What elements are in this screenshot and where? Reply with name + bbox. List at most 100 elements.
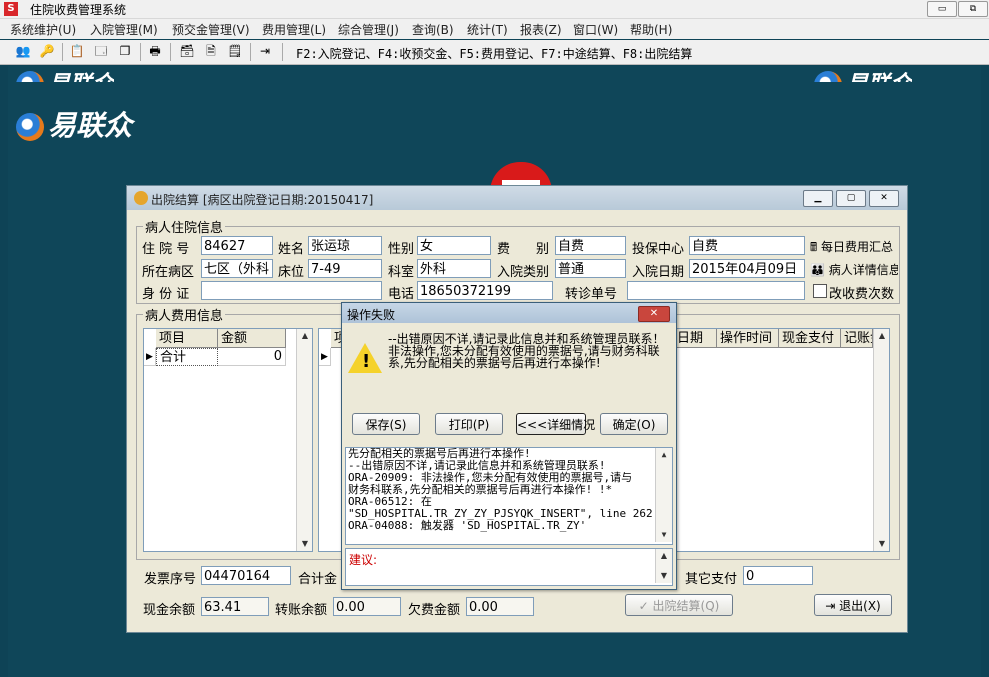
field-owed[interactable]: 0.00 (466, 597, 534, 616)
grid-header-amount[interactable]: 金额 (218, 329, 286, 348)
scroll-down-icon[interactable]: ▼ (874, 537, 889, 551)
save-button[interactable]: 保存(S) (352, 413, 420, 435)
scroll-down-icon[interactable]: ▼ (656, 528, 672, 542)
field-admit-date[interactable]: 2015年04月09日 (689, 259, 805, 278)
close-icon[interactable]: ✕ (638, 306, 670, 322)
field-ward[interactable]: 七区（外科 (201, 259, 273, 278)
toolbar: 👥 🔑 📋 🗔 ❐ 🖶 🗃 🗎 🗒 ⇥ F2:入院登记、F4:收预交金、F5:费… (0, 40, 989, 65)
users-icon[interactable]: 👥 (14, 43, 32, 60)
fee-info-label: 病人费用信息 (143, 305, 226, 324)
brand-logo: 易联众 (16, 104, 132, 144)
menu-query[interactable]: 查询(B) (412, 21, 454, 38)
restore-button[interactable]: ▭ (927, 1, 957, 17)
discharge-settle-button[interactable]: ✓ 出院结算(Q) (625, 594, 733, 616)
register-icon[interactable]: 📋 (68, 43, 86, 60)
patient-detail-button[interactable]: 👪 病人详情信息 (810, 261, 898, 278)
menu-system[interactable]: 系统维护(U) (10, 21, 76, 38)
field-invoice[interactable]: 04470164 (201, 566, 291, 585)
field-name[interactable]: 张运琼 (308, 236, 382, 255)
menu-window[interactable]: 窗口(W) (573, 21, 618, 38)
field-dept[interactable]: 外科 (417, 259, 491, 278)
fee-grid-scrollbar[interactable]: ▲ ▼ (296, 329, 312, 551)
patient-info-label: 病人住院信息 (143, 217, 226, 236)
detail-header-cash[interactable]: 现金支付 (779, 329, 841, 348)
menu-general[interactable]: 综合管理(J) (338, 21, 399, 38)
minimize-button[interactable]: ▁ (803, 190, 833, 207)
field-id-card[interactable] (201, 281, 382, 300)
menu-admission[interactable]: 入院管理(M) (90, 21, 158, 38)
print-icon[interactable]: 🖶 (146, 43, 164, 60)
brand-swirl-icon (16, 113, 44, 141)
field-cash-balance[interactable]: 63.41 (201, 597, 269, 616)
fee-summary-grid[interactable]: 项目 金额 ▶ 合计 0 ▲ ▼ (143, 328, 313, 552)
toolbar-separator (250, 43, 251, 61)
toolbar-separator (140, 43, 141, 61)
close-button[interactable]: ✕ (869, 190, 899, 207)
detail-grid-scrollbar[interactable]: ▲ ▼ (873, 329, 889, 551)
maximize-button[interactable]: ⧉ (958, 1, 988, 17)
detail-header-account[interactable]: 记账金 (841, 329, 873, 348)
detail-header-op-time[interactable]: 操作时间 (717, 329, 779, 348)
form-icon[interactable]: 🗔 (92, 43, 110, 60)
scroll-up-icon[interactable]: ▲ (874, 329, 889, 343)
error-dialog-title: 操作失败 (347, 308, 396, 322)
label-transfer-balance: 转账余额 (275, 603, 328, 618)
menu-fees[interactable]: 费用管理(L) (262, 21, 326, 38)
fee-row-total-amount[interactable]: 0 (218, 348, 286, 366)
app-title: 住院收费管理系统 (30, 3, 127, 17)
document-icon[interactable]: 🗎 (202, 43, 220, 60)
label-referral-no: 转诊单号 (565, 287, 618, 302)
field-transfer-balance[interactable]: 0.00 (333, 597, 401, 616)
warning-exclamation: ! (362, 351, 371, 372)
label-other-pay: 其它支付 (685, 572, 738, 587)
field-insurance-center[interactable]: 自费 (689, 236, 805, 255)
ok-button[interactable]: 确定(O) (600, 413, 668, 435)
details-button[interactable]: <<<详细情况 (516, 413, 595, 435)
scroll-up-icon[interactable]: ▲ (656, 549, 672, 563)
field-bed[interactable]: 7-49 (308, 259, 382, 278)
field-inpatient-no[interactable]: 84627 (201, 236, 273, 255)
error-dialog-titlebar: 操作失败 ✕ (342, 303, 676, 323)
grid-header-item[interactable]: 项目 (156, 329, 218, 348)
exit-label: 退出(X) (839, 599, 881, 613)
menu-stats[interactable]: 统计(T) (467, 21, 508, 38)
label-invoice: 发票序号 (144, 572, 197, 587)
scroll-up-icon[interactable]: ▲ (656, 448, 672, 462)
label-insurance-center: 投保中心 (632, 242, 685, 257)
menu-bar: 系统维护(U) 入院管理(M) 预交金管理(V) 费用管理(L) 综合管理(J)… (0, 19, 989, 39)
exit-door-icon: ⇥ (825, 599, 836, 613)
field-fee-type[interactable]: 自费 (555, 236, 626, 255)
brand-swirl-icon (814, 71, 842, 82)
change-count-checkbox[interactable] (813, 284, 827, 298)
scroll-down-icon[interactable]: ▼ (297, 537, 312, 551)
label-admit-date: 入院日期 (632, 265, 685, 280)
scroll-down-icon[interactable]: ▼ (656, 569, 672, 583)
suggestion-box[interactable]: 建议: ▲ ▼ (345, 548, 673, 586)
field-referral-no[interactable] (627, 281, 805, 300)
menu-help[interactable]: 帮助(H) (630, 21, 672, 38)
key-icon[interactable]: 🔑 (38, 43, 56, 60)
copy-icon[interactable]: ❐ (116, 43, 134, 60)
label-phone: 电话 (388, 287, 415, 302)
field-gender[interactable]: 女 (417, 236, 491, 255)
brand-name: 易联众 (48, 72, 114, 82)
field-phone[interactable]: 18650372199 (417, 281, 553, 300)
scroll-up-icon[interactable]: ▲ (297, 329, 312, 343)
suggestion-scrollbar[interactable]: ▲ ▼ (655, 549, 672, 583)
exit-door-icon[interactable]: ⇥ (256, 43, 274, 60)
print-button[interactable]: 打印(P) (435, 413, 503, 435)
field-admit-type[interactable]: 普通 (555, 259, 626, 278)
daily-summary-button[interactable]: 🖩 每日费用汇总 (810, 238, 898, 259)
fee-row-total-name[interactable]: 合计 (156, 348, 218, 366)
toolbar-separator (62, 43, 63, 61)
detail-text-scrollbar[interactable]: ▲ ▼ (655, 448, 672, 542)
menu-reports[interactable]: 报表(Z) (520, 21, 562, 38)
maximize-button[interactable]: ▢ (836, 190, 866, 207)
field-other-pay[interactable]: 0 (743, 566, 813, 585)
exit-button[interactable]: ⇥ 退出(X) (814, 594, 892, 616)
drawer-icon[interactable]: 🗃 (178, 43, 196, 60)
label-admit-type: 入院类别 (497, 265, 550, 280)
error-detail-text[interactable]: 先分配相关的票据号后再进行本操作! --出错原因不详,请记录此信息并和系统管理员… (345, 447, 673, 545)
menu-prepay[interactable]: 预交金管理(V) (172, 21, 250, 38)
report-icon[interactable]: 🗒 (226, 43, 244, 60)
